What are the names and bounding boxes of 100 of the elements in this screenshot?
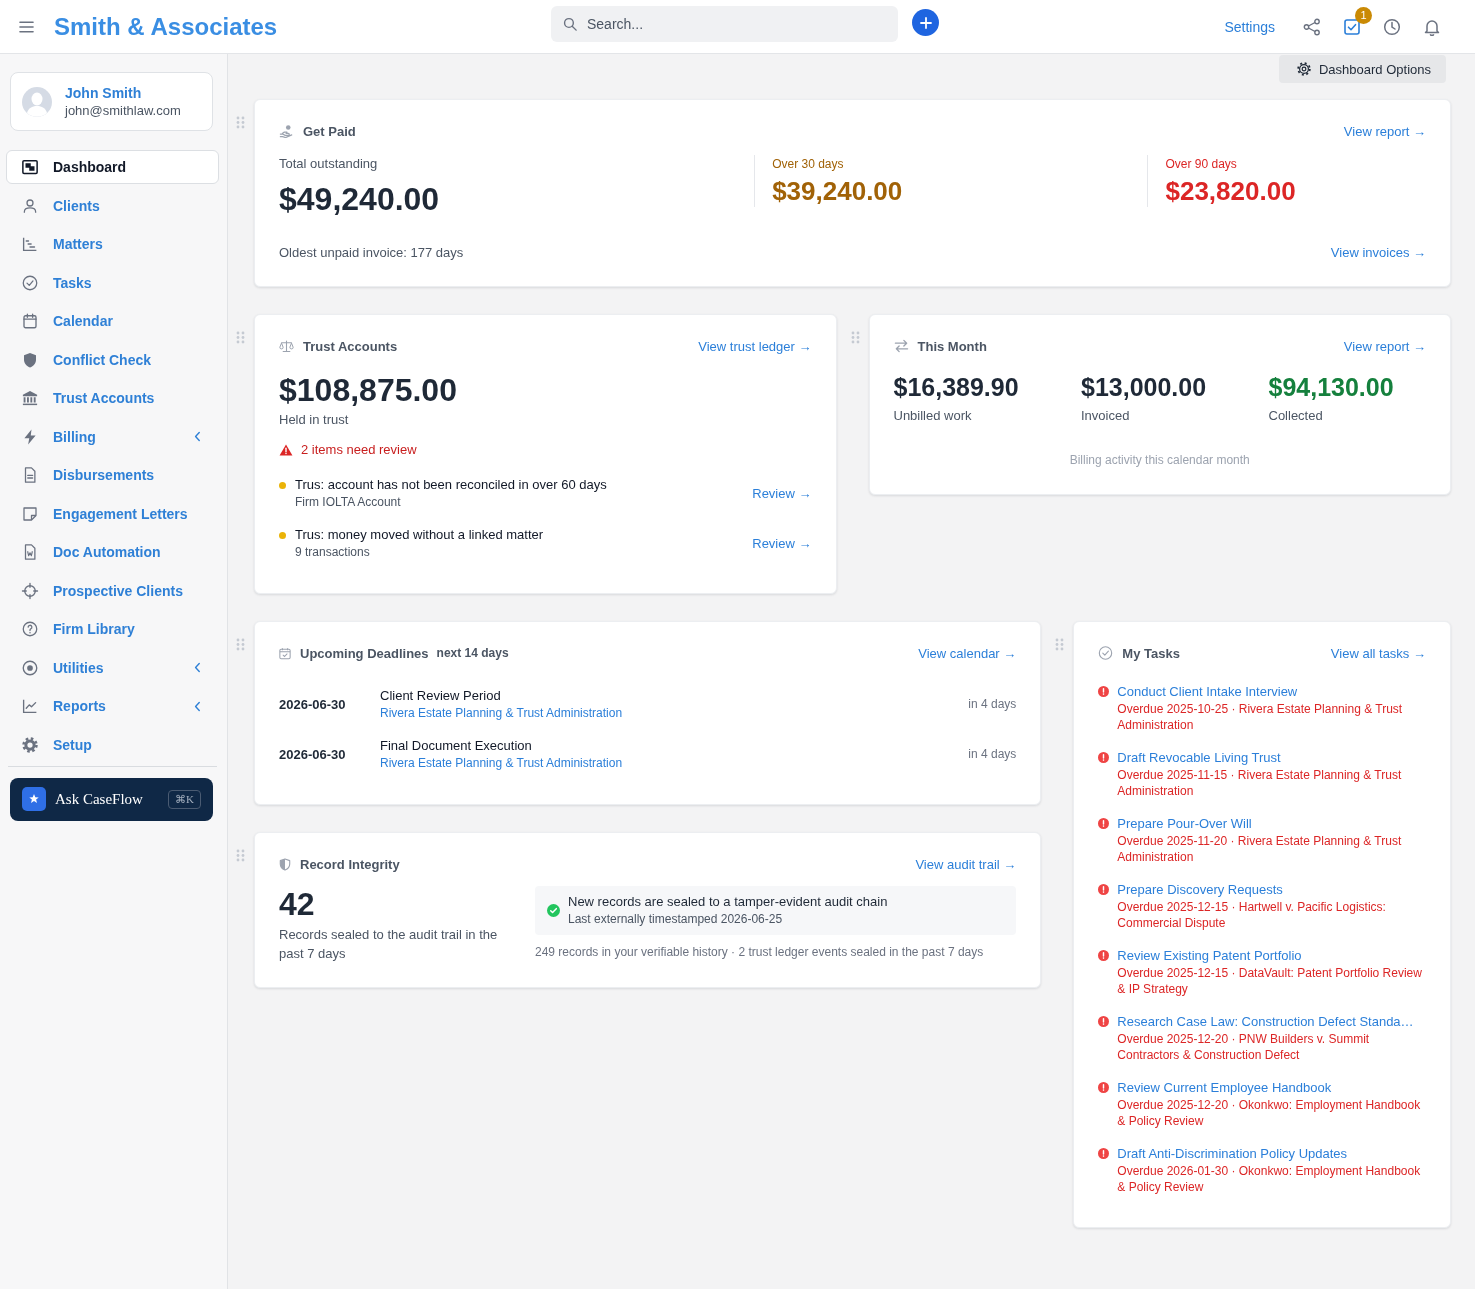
gantt-chart-icon xyxy=(21,235,39,253)
aging-amount: $23,820.00 xyxy=(1165,175,1297,207)
status-dot-icon xyxy=(279,532,286,539)
review-link[interactable]: Review → xyxy=(752,535,812,551)
task-link[interactable]: Prepare Discovery Requests xyxy=(1117,881,1283,899)
history-note: 249 records in your verifiable history · 2 trust ledger events sealed in the past 7 days xyxy=(535,944,985,960)
stat-label: Over 30 days xyxy=(772,156,845,173)
task-link[interactable]: Prepare Pour-Over Will xyxy=(1117,815,1252,833)
matter-link[interactable]: Rivera Estate Planning & Trust Administration xyxy=(380,755,623,771)
check-circle-icon xyxy=(1098,646,1114,660)
sidebar-item[interactable]: Matters xyxy=(6,227,219,261)
oldest-invoice-note: Oldest unpaid invoice: 177 days xyxy=(279,244,464,262)
brand-title[interactable]: Smith & Associates xyxy=(54,11,278,42)
task-link[interactable]: Draft Revocable Living Trust xyxy=(1117,749,1281,767)
task-detail: Overdue 2025-12-15 · DataVault: Patent Portfolio Review & IP Strategy xyxy=(1117,965,1423,997)
circle-dot-icon xyxy=(21,658,39,677)
dashboard-options-button[interactable]: Dashboard Options xyxy=(1279,55,1446,83)
matter-link[interactable]: Rivera Estate Planning & Trust Administration xyxy=(380,705,623,721)
bell-icon[interactable] xyxy=(1423,17,1441,36)
drag-handle-icon[interactable] xyxy=(236,638,245,651)
sidebar-item[interactable]: Trust Accounts xyxy=(6,381,219,415)
task-link[interactable]: Review Existing Patent Portfolio xyxy=(1117,947,1302,965)
person-icon xyxy=(21,196,39,215)
ask-assistant-button[interactable]: Ask CaseFlow ⌘K xyxy=(10,777,213,821)
add-button[interactable] xyxy=(912,9,939,36)
task-detail: Overdue 2025-12-20 · Okonkwo: Employment Handbook & Policy Review xyxy=(1117,1097,1422,1129)
due-in-label: in 4 days xyxy=(968,747,1017,761)
task-link[interactable]: Conduct Client Intake Interview xyxy=(1117,683,1298,701)
review-link[interactable]: Review → xyxy=(752,485,812,501)
issue-title: Trus: money moved without a linked matter xyxy=(295,526,545,544)
status-dot-icon xyxy=(279,482,286,489)
plus-icon xyxy=(919,16,932,29)
sidebar-item[interactable]: Dashboard xyxy=(6,150,219,184)
notice-title: New records are sealed to a tamper-evident audit chain xyxy=(568,893,888,911)
sidebar-item[interactable]: Clients xyxy=(6,188,219,223)
clock-icon[interactable] xyxy=(1383,17,1401,36)
gear-icon xyxy=(1296,61,1312,77)
task-detail: Overdue 2025-11-15 · Rivera Estate Planning & Trust Administration xyxy=(1117,767,1403,799)
view-trust-ledger-link[interactable]: View trust ledger → xyxy=(698,338,812,354)
chevron-left-icon xyxy=(194,662,201,673)
gear-icon xyxy=(21,735,39,754)
sidebar-item[interactable]: Setup xyxy=(6,727,219,762)
task-link[interactable]: Research Case Law: Construction Defect Standa… xyxy=(1117,1013,1414,1031)
menu-icon[interactable] xyxy=(19,20,34,33)
drag-handle-icon[interactable] xyxy=(236,331,245,344)
deadline-title: Final Document Execution xyxy=(380,737,532,755)
view-all-tasks-link[interactable]: View all tasks → xyxy=(1330,645,1426,661)
sidebar-item[interactable]: Firm Library xyxy=(6,612,219,646)
share-icon[interactable] xyxy=(1303,17,1321,36)
issue-title: Trus: account has not been reconciled in over 60 days xyxy=(295,476,608,494)
settings-link[interactable]: Settings xyxy=(1224,18,1275,35)
card-title: Get Paid xyxy=(303,123,356,139)
crosshair-icon xyxy=(21,581,39,600)
notice-detail: Last externally timestamped 2026-06-25 xyxy=(568,911,784,928)
task-link[interactable]: Review Current Employee Handbook xyxy=(1117,1079,1332,1097)
sidebar-item[interactable]: Tasks xyxy=(6,265,219,300)
warning-icon xyxy=(279,444,293,456)
issue-detail: 9 transactions xyxy=(295,544,371,560)
avatar-icon xyxy=(22,86,52,117)
due-in-label: in 4 days xyxy=(968,697,1017,711)
calendar-icon xyxy=(21,312,39,330)
task-detail: Overdue 2025-12-20 · PNW Builders v. Summit Contractors & Construction Defect xyxy=(1117,1031,1371,1063)
task-detail: Overdue 2025-11-20 · Rivera Estate Planning & Trust Administration xyxy=(1117,833,1403,865)
user-card[interactable]: John Smith john@smithlaw.com xyxy=(10,72,213,131)
view-audit-trail-link[interactable]: View audit trail → xyxy=(915,856,1017,872)
sidebar-item[interactable]: Reports xyxy=(6,689,219,723)
view-report-link[interactable]: View report → xyxy=(1343,123,1426,139)
sidebar-item[interactable]: Engagement Letters xyxy=(6,496,219,531)
task-link[interactable]: Draft Anti-Discrimination Policy Updates xyxy=(1117,1145,1348,1163)
card-title: Upcoming Deadlines xyxy=(300,645,429,661)
view-invoices-link[interactable]: View invoices → xyxy=(1330,244,1426,262)
chevron-left-icon xyxy=(194,431,201,442)
sidebar-item[interactable]: Billing xyxy=(6,419,219,454)
sidebar-item[interactable]: Doc Automation xyxy=(6,535,219,569)
count-badge: 1 xyxy=(1355,6,1372,24)
card-footnote: Billing activity this calendar month xyxy=(1069,453,1250,467)
drag-handle-icon[interactable] xyxy=(236,849,245,862)
view-calendar-link[interactable]: View calendar → xyxy=(918,645,1017,661)
drag-handle-icon[interactable] xyxy=(236,116,245,129)
checkbox-icon[interactable] xyxy=(1343,17,1361,36)
sidebar-item[interactable]: Utilities xyxy=(6,650,219,685)
line-chart-icon xyxy=(21,697,39,715)
sidebar-item[interactable]: Calendar xyxy=(6,304,219,338)
search-field[interactable]: Search... xyxy=(551,5,898,42)
sidebar-item[interactable]: Conflict Check xyxy=(6,342,219,377)
calendar-check-icon xyxy=(279,646,291,660)
sidebar-item[interactable]: Prospective Clients xyxy=(6,573,219,608)
hand-coin-icon xyxy=(279,124,294,138)
trust-balance: $108,875.00 xyxy=(279,371,458,410)
scale-icon xyxy=(279,339,294,353)
stat-label: Invoiced xyxy=(1081,407,1130,425)
swap-arrows-icon xyxy=(893,339,909,353)
sidebar-item[interactable]: Disbursements xyxy=(6,458,219,492)
panels-icon xyxy=(21,158,39,176)
stat-amount: $13,000.00 xyxy=(1081,372,1207,402)
drag-handle-icon[interactable] xyxy=(1055,638,1065,651)
check-circle-icon xyxy=(547,904,560,917)
drag-handle-icon[interactable] xyxy=(850,331,860,344)
total-amount: $49,240.00 xyxy=(279,180,441,219)
view-report-link[interactable]: View report → xyxy=(1343,338,1426,354)
